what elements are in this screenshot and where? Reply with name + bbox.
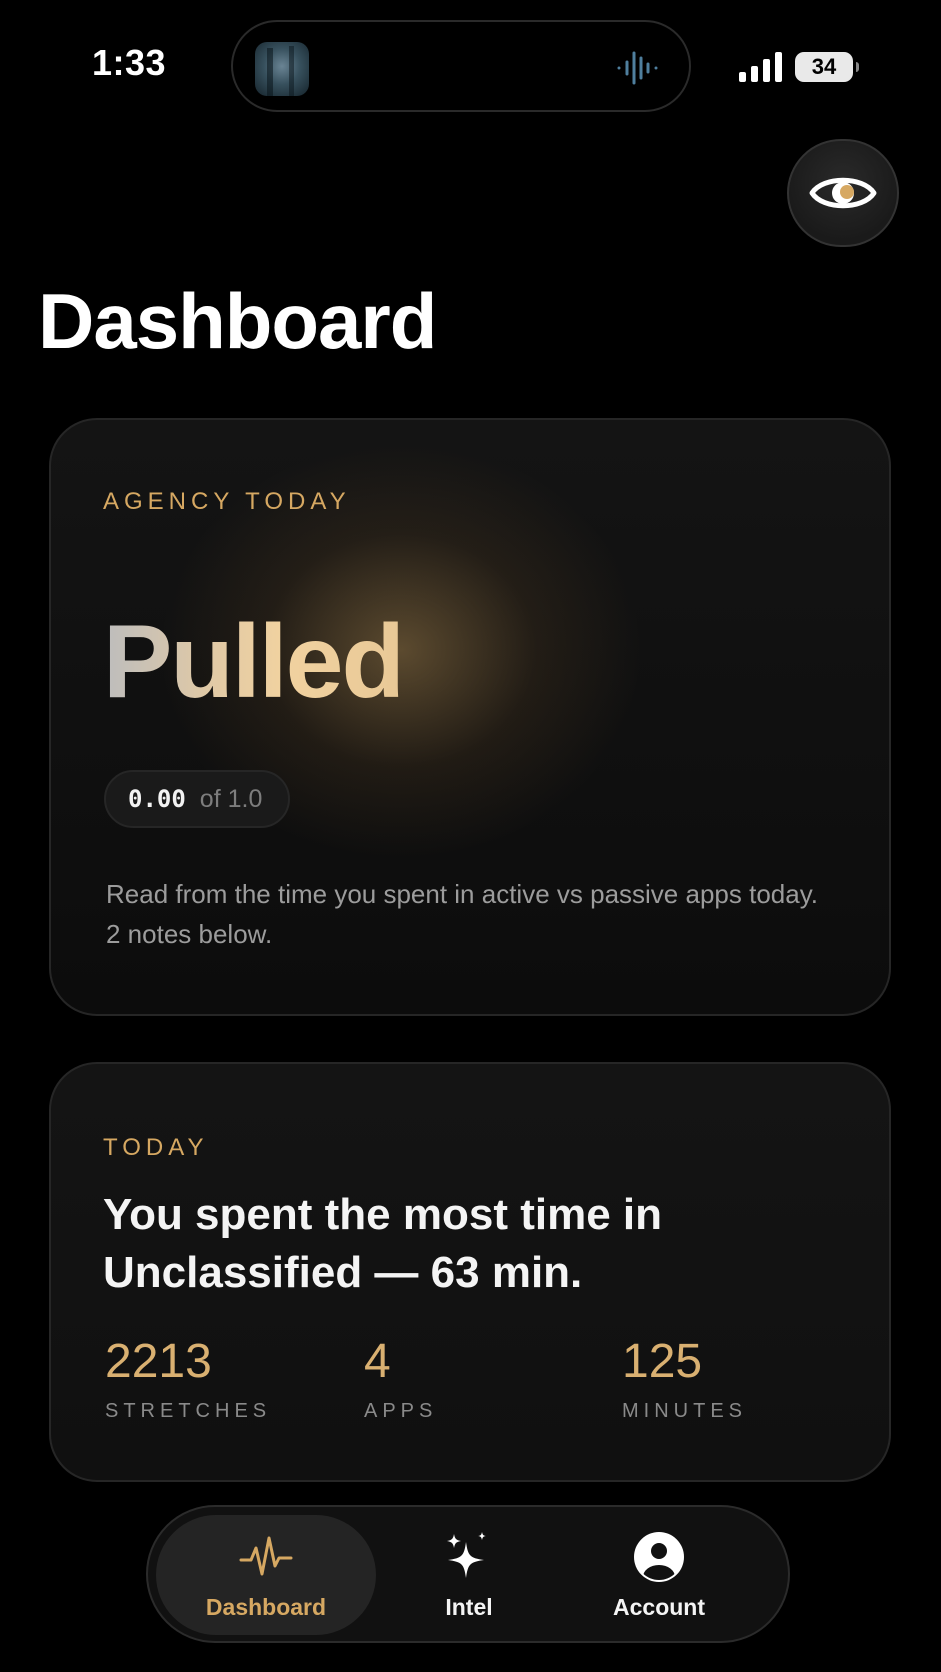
score-max: of 1.0 [199, 784, 263, 813]
stat-label: MINUTES [622, 1400, 747, 1422]
tab-account[interactable]: Account [564, 1515, 754, 1635]
sparkles-icon [447, 1531, 486, 1578]
agency-card[interactable]: AGENCY TODAY Pulled 0.00 of 1.0 Read fro… [49, 418, 891, 1016]
score-value: 0.00 [128, 785, 186, 813]
tab-label: Account [613, 1593, 705, 1620]
stat-label: STRETCHES [105, 1400, 272, 1422]
stat-label: APPS [364, 1400, 438, 1422]
today-eyebrow: TODAY [103, 1134, 209, 1161]
agency-eyebrow: AGENCY TODAY [103, 488, 351, 515]
page-title: Dashboard [38, 277, 437, 365]
agency-value: Pulled [103, 604, 405, 720]
tab-bar: Dashboard Intel Account [146, 1505, 790, 1643]
person-circle-icon [634, 1531, 684, 1582]
tab-label: Intel [445, 1593, 493, 1620]
stat-value: 125 [622, 1335, 703, 1388]
agency-description: Read from the time you spent in active v… [106, 879, 818, 949]
now-playing-artwork [255, 42, 309, 96]
cellular-signal-icon [739, 52, 782, 82]
battery-level: 34 [811, 54, 837, 79]
stat-stretches: 2213 STRETCHES [105, 1338, 271, 1423]
stat-apps: 4 APPS [364, 1338, 437, 1423]
today-card[interactable]: TODAY You spent the most time in Unclass… [49, 1062, 891, 1482]
tab-label: Dashboard [205, 1593, 327, 1620]
stat-minutes: 125 MINUTES [622, 1338, 747, 1423]
dynamic-island[interactable] [231, 20, 691, 112]
stat-value: 2213 [105, 1335, 212, 1388]
visibility-toggle-button[interactable] [787, 139, 899, 247]
score-pill: 0.00 of 1.0 [104, 770, 291, 828]
stat-value: 4 [364, 1335, 391, 1388]
status-time: 1:33 [92, 42, 167, 83]
eye-icon [809, 177, 877, 209]
today-headline: You spent the most time in Unclassified … [103, 1190, 663, 1297]
audio-waveform-icon [617, 51, 658, 85]
battery-icon: 34 [795, 52, 859, 82]
pulse-icon [239, 1536, 293, 1575]
tab-dashboard[interactable]: Dashboard [156, 1515, 376, 1635]
tab-intel[interactable]: Intel [374, 1515, 564, 1635]
status-indicators: 34 [739, 52, 859, 82]
